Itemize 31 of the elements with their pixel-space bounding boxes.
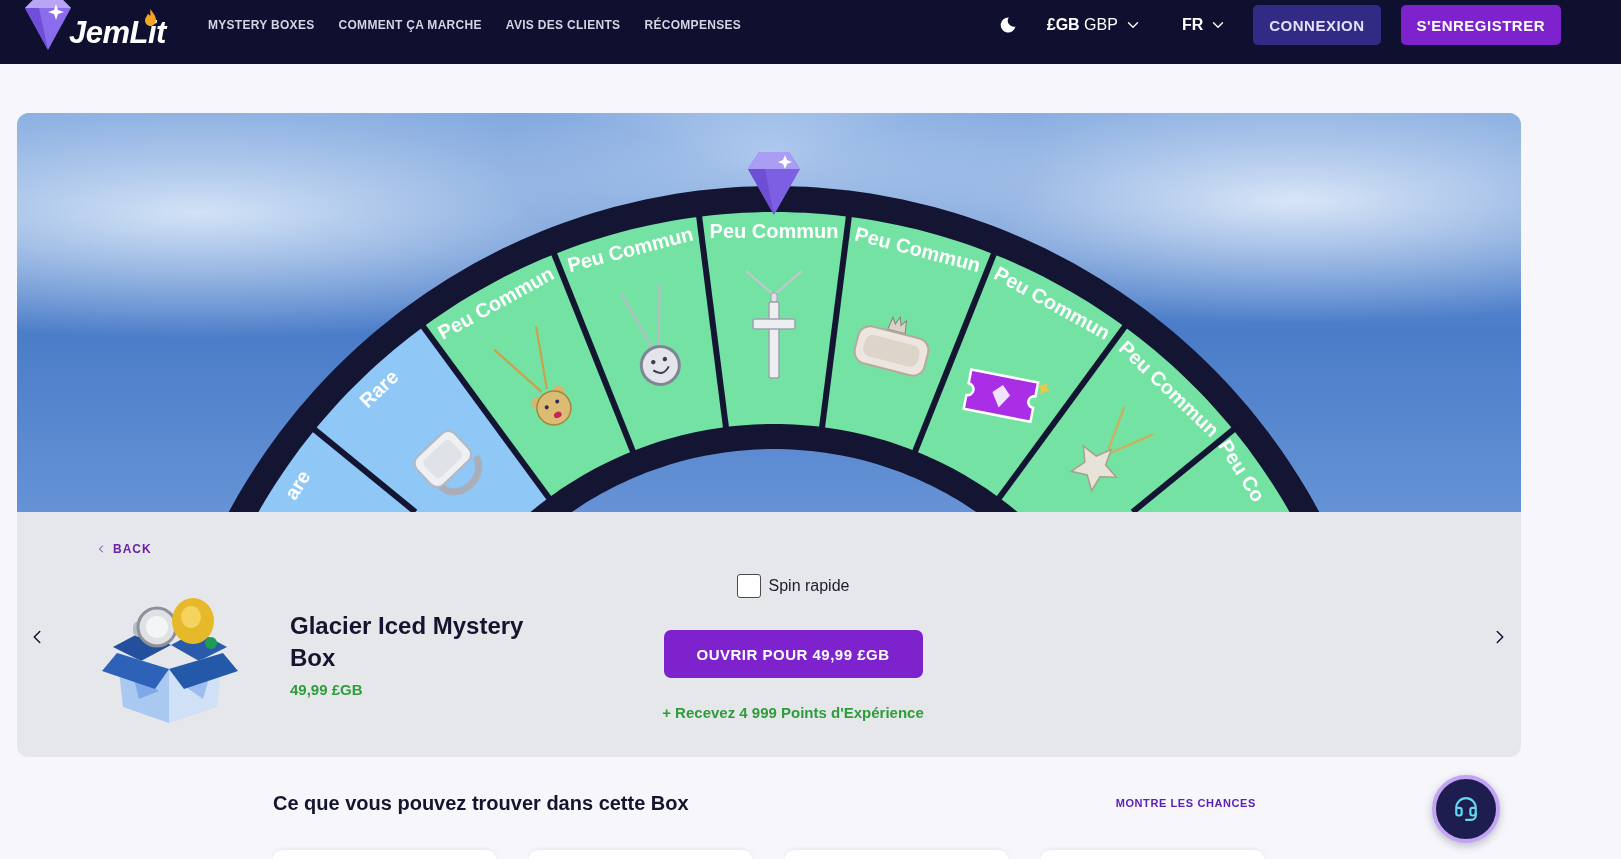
logo-text[interactable]: JemLit — [69, 17, 166, 48]
box-title: Glacier Iced Mystery Box — [290, 611, 525, 673]
spin-checkbox[interactable] — [736, 574, 761, 598]
segment-label: Peu Commun — [565, 222, 696, 277]
moon-icon[interactable] — [998, 16, 1017, 34]
gem-icon[interactable] — [25, 0, 71, 50]
open-box-button[interactable]: OUVRIR POUR 49,99 £GB — [663, 630, 923, 678]
login-button[interactable]: CONNEXION — [1253, 5, 1381, 45]
gem-pointer-icon — [748, 152, 800, 215]
register-button[interactable]: S'ENREGISTRER — [1400, 5, 1561, 45]
nav-link[interactable]: AVIS DES CLIENTS — [505, 18, 621, 32]
nav-link[interactable]: MYSTERY BOXES — [207, 18, 315, 32]
segment-label: Peu Commun — [852, 222, 983, 277]
support-button[interactable] — [1432, 775, 1500, 843]
box-price: 49,99 £GB — [290, 681, 364, 699]
nav-link[interactable]: RÉCOMPENSES — [644, 18, 742, 32]
headset-icon — [1453, 796, 1479, 822]
checkbox-label: Spin rapide — [768, 577, 850, 595]
xp-reward-text: + Recevez 4 999 Points d'Expérience — [662, 704, 924, 722]
section-title: Ce que vous pouvez trouver dans cette Box — [273, 791, 689, 815]
cross-necklace-icon — [745, 270, 803, 379]
currency-dropdown[interactable]: £GB GBP — [1046, 16, 1142, 34]
pendant-necklace-icon — [493, 325, 572, 426]
smiley-pendant-icon — [619, 281, 681, 386]
nav-link[interactable]: COMMENT ÇA MARCHE — [338, 18, 482, 32]
back-link[interactable]: BACK — [95, 541, 152, 557]
odds-link[interactable]: MONTRE LES CHANCES — [1115, 797, 1256, 809]
segment-label: Peu Commun — [709, 220, 839, 242]
segment-label: are — [280, 466, 315, 504]
language-dropdown[interactable]: FR — [1181, 16, 1228, 34]
ticket-icon — [962, 368, 1050, 424]
